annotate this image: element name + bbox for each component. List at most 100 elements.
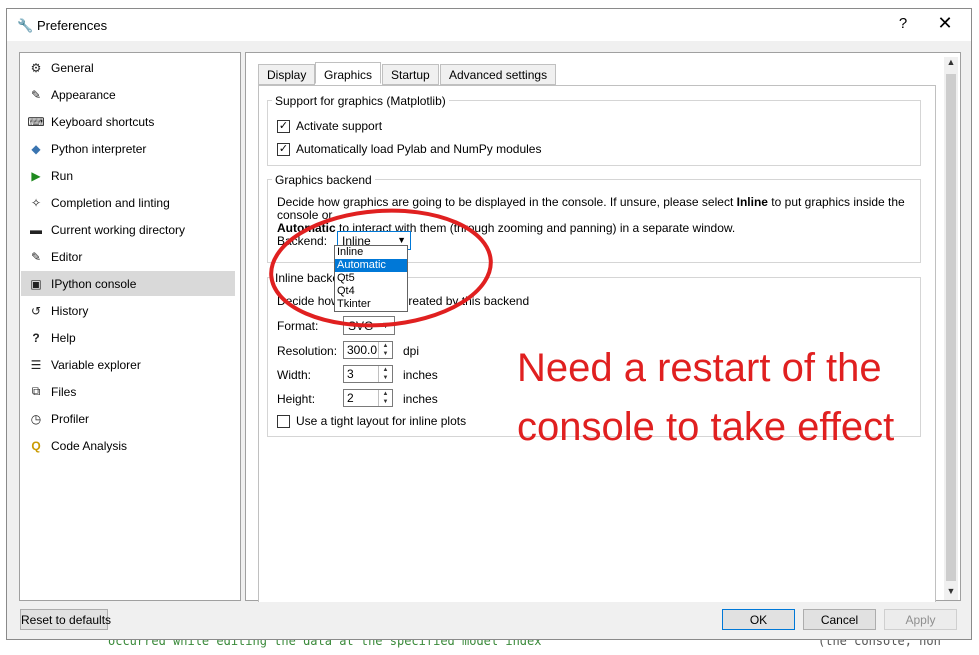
vertical-scrollbar[interactable]: ▲ ▼ bbox=[944, 57, 958, 600]
height-unit: inches bbox=[403, 392, 438, 406]
sidebar-item-code-analysis[interactable]: Q Code Analysis bbox=[21, 433, 235, 458]
backend-dropdown-list: Inline Automatic Qt5 Qt4 Tkinter bbox=[334, 245, 408, 312]
sidebar-item-label: Files bbox=[51, 384, 77, 399]
activate-support-checkbox[interactable]: ✓ Activate support bbox=[277, 119, 382, 133]
annotation-text: Need a restart of the console to take ef… bbox=[517, 346, 895, 449]
autoload-pylab-label: Automatically load Pylab and NumPy modul… bbox=[296, 142, 542, 156]
width-spinbox[interactable]: 3 ▲ ▼ bbox=[343, 365, 393, 383]
sidebar-item-history[interactable]: ↺ History bbox=[21, 298, 235, 323]
history-icon: ↺ bbox=[30, 303, 42, 318]
sidebar-item-label: Profiler bbox=[51, 411, 90, 426]
sidebar-item-ipython-console[interactable]: ▣ IPython console bbox=[21, 271, 235, 296]
format-select[interactable]: SVG ▼ bbox=[343, 316, 395, 335]
backend-option-qt5[interactable]: Qt5 bbox=[335, 272, 407, 285]
title-bar: 🔧 Preferences ? ✕ bbox=[7, 9, 971, 41]
tab-startup[interactable]: Startup bbox=[382, 64, 439, 85]
checkbox-checked-icon: ✓ bbox=[277, 142, 290, 156]
clock-icon: ◷ bbox=[30, 411, 42, 426]
sidebar-item-editor[interactable]: ✎ Editor bbox=[21, 244, 235, 269]
support-graphics-group bbox=[267, 100, 921, 166]
sidebar-item-label: Variable explorer bbox=[51, 357, 141, 372]
sidebar-item-label: Editor bbox=[51, 249, 83, 264]
code-analysis-icon: Q bbox=[31, 438, 41, 453]
backend-option-inline[interactable]: Inline bbox=[335, 246, 407, 259]
sidebar-item-variable-explorer[interactable]: ☰ Variable explorer bbox=[21, 352, 235, 377]
checkbox-checked-icon: ✓ bbox=[277, 119, 290, 133]
sidebar-item-label: Current working directory bbox=[51, 222, 186, 237]
chevron-down-icon: ▼ bbox=[397, 235, 406, 245]
width-unit: inches bbox=[403, 368, 438, 382]
apply-button: Apply bbox=[884, 609, 957, 630]
eyedropper-icon: ✎ bbox=[30, 87, 42, 102]
resolution-spinbox[interactable]: 300.0 ▲ ▼ bbox=[343, 341, 393, 359]
format-select-value: SVG bbox=[348, 319, 374, 333]
sidebar-item-label: General bbox=[51, 60, 94, 75]
sidebar-item-label: Completion and linting bbox=[51, 195, 170, 210]
scroll-down-icon[interactable]: ▼ bbox=[944, 586, 958, 600]
scrollbar-thumb[interactable] bbox=[946, 74, 956, 581]
spin-arrows-icon[interactable]: ▲ ▼ bbox=[378, 390, 392, 406]
sidebar-item-label: Keyboard shortcuts bbox=[51, 114, 155, 129]
wrench-icon: 🔧 bbox=[17, 18, 34, 33]
support-graphics-group-title: Support for graphics (Matplotlib) bbox=[272, 94, 449, 108]
backend-option-automatic[interactable]: Automatic bbox=[335, 259, 407, 272]
height-spinbox[interactable]: 2 ▲ ▼ bbox=[343, 389, 393, 407]
sidebar-item-label: Help bbox=[51, 330, 76, 345]
gears-icon: ⚙ bbox=[30, 60, 42, 75]
python-icon: ◆ bbox=[31, 141, 41, 156]
spin-arrows-icon[interactable]: ▲ ▼ bbox=[378, 342, 392, 358]
ok-button[interactable]: OK bbox=[722, 609, 795, 630]
resolution-value: 300.0 bbox=[347, 343, 378, 357]
checkbox-unchecked-icon bbox=[277, 414, 290, 428]
resolution-unit: dpi bbox=[403, 344, 420, 358]
folder-icon: ▬ bbox=[30, 222, 42, 237]
question-icon: ? bbox=[32, 330, 40, 345]
sidebar-item-help[interactable]: ? Help bbox=[21, 325, 235, 350]
terminal-icon: ▣ bbox=[30, 276, 42, 291]
backend-option-qt4[interactable]: Qt4 bbox=[335, 285, 407, 298]
sidebar-item-completion-linting[interactable]: ✧ Completion and linting bbox=[21, 190, 235, 215]
close-button[interactable]: ✕ bbox=[933, 13, 957, 34]
files-icon: ⧉ bbox=[31, 384, 41, 398]
sidebar-item-label: IPython console bbox=[51, 276, 137, 291]
sidebar-item-label: Python interpreter bbox=[51, 141, 147, 156]
scroll-up-icon[interactable]: ▲ bbox=[944, 57, 958, 71]
puzzle-icon: ✧ bbox=[30, 195, 42, 210]
width-label: Width: bbox=[277, 368, 312, 382]
keyboard-icon: ⌨ bbox=[27, 114, 45, 129]
sidebar-item-appearance[interactable]: ✎ Appearance bbox=[21, 82, 235, 107]
autoload-pylab-checkbox[interactable]: ✓ Automatically load Pylab and NumPy mod… bbox=[277, 142, 541, 156]
tab-advanced-settings[interactable]: Advanced settings bbox=[440, 64, 557, 85]
graphics-backend-group-title: Graphics backend bbox=[272, 173, 375, 187]
sidebar-item-python-interpreter[interactable]: ◆ Python interpreter bbox=[21, 136, 235, 161]
sidebar-item-label: Code Analysis bbox=[51, 438, 128, 453]
help-button[interactable]: ? bbox=[893, 15, 913, 32]
tight-layout-checkbox[interactable]: Use a tight layout for inline plots bbox=[277, 414, 466, 428]
activate-support-label: Activate support bbox=[296, 119, 383, 133]
sidebar-item-profiler[interactable]: ◷ Profiler bbox=[21, 406, 235, 431]
preferences-sidebar: ⚙ General ✎ Appearance ⌨ Keyboard shortcuts… bbox=[19, 52, 241, 601]
backend-option-tkinter[interactable]: Tkinter bbox=[335, 298, 407, 311]
cancel-button[interactable]: Cancel bbox=[803, 609, 876, 630]
settings-panel: Display Graphics Startup Advanced settin… bbox=[245, 52, 961, 602]
sidebar-item-files[interactable]: ⧉ Files bbox=[21, 379, 235, 404]
backend-description: Decide how graphics are going to be disp… bbox=[277, 195, 905, 235]
width-value: 3 bbox=[347, 367, 354, 381]
play-icon: ▶ bbox=[31, 168, 41, 183]
resolution-label: Resolution: bbox=[277, 344, 338, 358]
sidebar-item-run[interactable]: ▶ Run bbox=[21, 163, 235, 188]
spin-arrows-icon[interactable]: ▲ ▼ bbox=[378, 366, 392, 382]
table-icon: ☰ bbox=[30, 357, 42, 372]
sidebar-item-general[interactable]: ⚙ General bbox=[21, 55, 235, 80]
height-label: Height: bbox=[277, 392, 316, 406]
backend-label: Backend: bbox=[277, 234, 328, 248]
sidebar-item-working-directory[interactable]: ▬ Current working directory bbox=[21, 217, 235, 242]
sidebar-item-label: History bbox=[51, 303, 89, 318]
format-label: Format: bbox=[277, 319, 319, 333]
tab-display[interactable]: Display bbox=[258, 64, 316, 85]
sidebar-item-keyboard-shortcuts[interactable]: ⌨ Keyboard shortcuts bbox=[21, 109, 235, 134]
tab-graphics[interactable]: Graphics bbox=[315, 62, 382, 84]
chevron-down-icon: ▼ bbox=[381, 320, 390, 330]
tight-layout-label: Use a tight layout for inline plots bbox=[296, 414, 467, 428]
reset-to-defaults-button[interactable]: Reset to defaults bbox=[20, 609, 111, 630]
